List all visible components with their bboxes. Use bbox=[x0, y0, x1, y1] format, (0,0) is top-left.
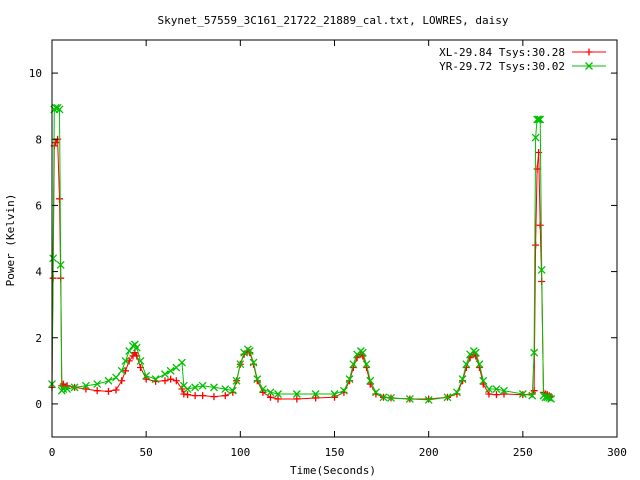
chart-svg: Skynet_57559_3C161_21722_21889_cal.txt, … bbox=[0, 0, 640, 480]
chart: Skynet_57559_3C161_21722_21889_cal.txt, … bbox=[0, 0, 640, 480]
y-tick-label: 4 bbox=[35, 266, 42, 279]
legend-label: YR-29.72 Tsys:30.02 bbox=[439, 60, 565, 73]
x-tick-label: 150 bbox=[325, 446, 345, 459]
x-tick-label: 200 bbox=[419, 446, 439, 459]
y-tick-label: 6 bbox=[35, 199, 42, 212]
x-tick-label: 0 bbox=[49, 446, 56, 459]
chart-title: Skynet_57559_3C161_21722_21889_cal.txt, … bbox=[158, 14, 509, 27]
y-tick-label: 10 bbox=[29, 67, 42, 80]
x-tick-label: 50 bbox=[140, 446, 153, 459]
y-tick-label: 0 bbox=[35, 398, 42, 411]
x-tick-label: 100 bbox=[230, 446, 250, 459]
x-tick-label: 250 bbox=[513, 446, 533, 459]
y-axis-label: Power (Kelvin) bbox=[4, 194, 17, 287]
x-tick-label: 300 bbox=[607, 446, 627, 459]
x-axis-label: Time(Seconds) bbox=[290, 464, 376, 477]
legend-label: XL-29.84 Tsys:30.28 bbox=[439, 46, 565, 59]
y-tick-label: 2 bbox=[35, 332, 42, 345]
y-tick-label: 8 bbox=[35, 133, 42, 146]
